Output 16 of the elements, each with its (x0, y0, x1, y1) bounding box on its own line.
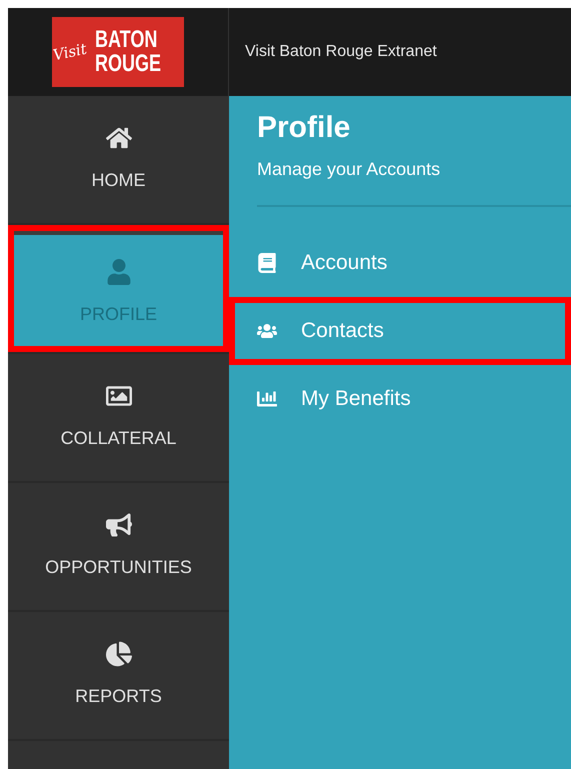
page-subtitle: Manage your Accounts (256, 158, 442, 181)
app-title: Visit Baton Rouge Extranet (245, 42, 437, 62)
logo-text: ROUGE (94, 52, 161, 76)
logo-text: BATON (94, 28, 158, 52)
megaphone-icon (106, 512, 132, 538)
menu-item[interactable]: Accounts (229, 229, 571, 297)
house-icon (106, 125, 132, 151)
bar-chart-icon (257, 389, 277, 409)
menu-item[interactable]: Contacts (229, 297, 571, 365)
person-icon (106, 259, 132, 285)
pie-chart-icon (106, 641, 132, 667)
logo-script: Visit (51, 38, 89, 66)
book-icon (257, 253, 277, 273)
people-icon (257, 321, 277, 341)
menu-item[interactable]: My Benefits (229, 365, 571, 433)
page-title: Profile (256, 110, 352, 146)
